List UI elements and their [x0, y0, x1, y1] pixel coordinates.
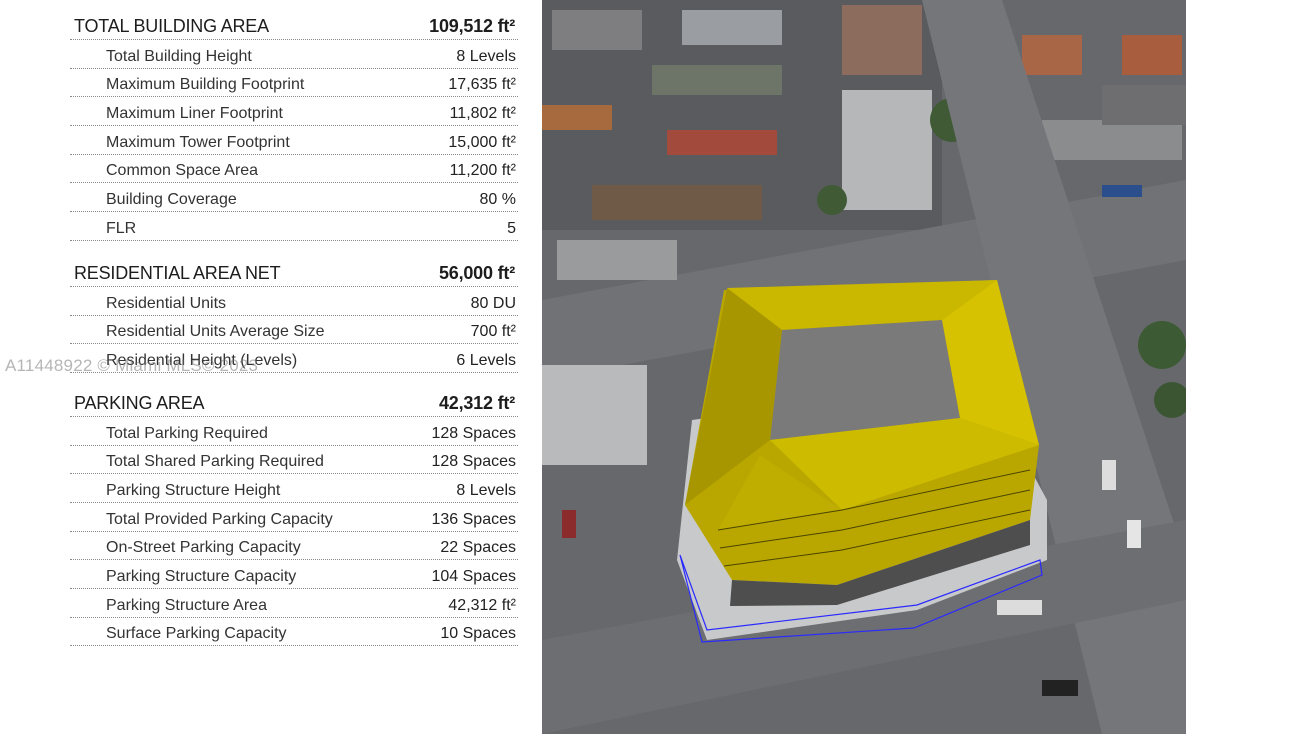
table-row: Total Building Height 8 Levels [70, 40, 518, 69]
row-value: 10 Spaces [440, 625, 516, 643]
row-value: 700 ft² [470, 323, 516, 341]
row-label: Parking Structure Area [106, 596, 267, 614]
section-total: 109,512 ft² [429, 16, 515, 36]
table-row: Residential Units 80 DU [70, 287, 518, 316]
table-row: Maximum Tower Footprint 15,000 ft² [70, 126, 518, 155]
row-value: 128 Spaces [431, 453, 516, 471]
row-value: 6 Levels [456, 351, 516, 369]
row-value: 11,802 ft² [449, 105, 516, 123]
section-total-building-area: TOTAL BUILDING AREA 109,512 ft² Total Bu… [70, 0, 518, 241]
section-header: RESIDENTIAL AREA NET 56,000 ft² [70, 257, 518, 287]
row-label: Building Coverage [106, 191, 237, 209]
table-row: Parking Structure Capacity 104 Spaces [70, 560, 518, 589]
table-row: Maximum Building Footprint 17,635 ft² [70, 69, 518, 98]
table-row: On-Street Parking Capacity 22 Spaces [70, 532, 518, 561]
row-value: 22 Spaces [440, 539, 516, 557]
building-data-table: TOTAL BUILDING AREA 109,512 ft² Total Bu… [70, 0, 518, 647]
table-row: Parking Structure Height 8 Levels [70, 474, 518, 503]
row-value: 11,200 ft² [449, 162, 516, 180]
aerial-rendering-image [542, 0, 1186, 734]
row-value: 80 DU [470, 294, 516, 312]
table-row: Parking Structure Area 42,312 ft² [70, 589, 518, 618]
row-label: Residential Units [106, 294, 227, 312]
table-row: FLR 5 [70, 212, 518, 241]
table-row: Total Shared Parking Required 128 Spaces [70, 446, 518, 475]
row-label: Total Parking Required [106, 424, 268, 442]
section-total: 56,000 ft² [438, 262, 515, 283]
section-residential-area: RESIDENTIAL AREA NET 56,000 ft² Resident… [70, 257, 518, 373]
row-value: 15,000 ft² [448, 133, 516, 151]
row-value: 80 % [479, 191, 516, 209]
row-label: Maximum Liner Footprint [106, 105, 283, 123]
row-value: 136 Spaces [431, 510, 516, 528]
row-label: Maximum Tower Footprint [106, 133, 290, 151]
row-label: Residential Units Average Size [106, 323, 325, 341]
table-row: Residential Units Average Size 700 ft² [70, 316, 518, 345]
table-row: Maximum Liner Footprint 11,802 ft² [70, 97, 518, 127]
table-row: Surface Parking Capacity 10 Spaces [70, 618, 518, 647]
row-value: 128 Spaces [431, 424, 516, 442]
table-row: Residential Height (Levels) 6 Levels [70, 344, 518, 373]
section-title: PARKING AREA [74, 392, 205, 413]
aerial-scene [542, 0, 1186, 734]
table-row: Total Provided Parking Capacity 136 Space… [70, 503, 518, 532]
row-value: 42,312 ft² [448, 596, 516, 614]
section-parking-area: PARKING AREA 42,312 ft² Total Parking Re… [70, 385, 518, 647]
row-label: On-Street Parking Capacity [106, 539, 301, 557]
row-value: 8 Levels [456, 481, 516, 499]
row-label: Maximum Building Footprint [106, 76, 305, 94]
row-value: 104 Spaces [431, 568, 516, 585]
row-value: 5 [507, 219, 516, 237]
row-label: Total Building Height [106, 47, 252, 65]
row-label: FLR [106, 219, 137, 237]
row-label: Residential Height (Levels) [106, 351, 298, 369]
section-header: TOTAL BUILDING AREA 109,512 ft² [70, 0, 518, 40]
row-label: Surface Parking Capacity [106, 625, 287, 643]
row-label: Parking Structure Capacity [106, 568, 297, 585]
section-title: RESIDENTIAL AREA NET [74, 262, 281, 283]
row-label: Total Provided Parking Capacity [106, 510, 333, 528]
section-title: TOTAL BUILDING AREA [74, 16, 269, 36]
row-label: Parking Structure Height [106, 481, 281, 499]
row-value: 17,635 ft² [448, 76, 516, 94]
table-row: Total Parking Required 128 Spaces [70, 417, 518, 446]
section-total: 42,312 ft² [438, 392, 515, 413]
row-value: 8 Levels [456, 47, 516, 65]
table-row: Common Space Area 11,200 ft² [70, 155, 518, 184]
row-label: Common Space Area [106, 162, 259, 180]
row-label: Total Shared Parking Required [106, 453, 324, 471]
section-header: PARKING AREA 42,312 ft² [70, 385, 518, 417]
table-row: Building Coverage 80 % [70, 183, 518, 213]
